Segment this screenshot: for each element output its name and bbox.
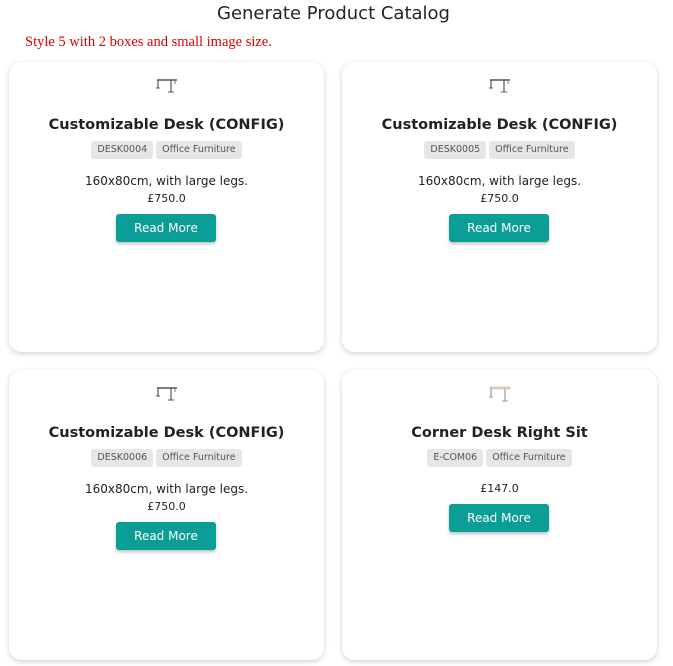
product-card: Customizable Desk (CONFIG) DESK0004 Offic… — [9, 62, 324, 352]
product-price: £750.0 — [147, 192, 186, 205]
desk-icon — [156, 387, 177, 401]
product-tags: DESK0004 Office Furniture — [9, 141, 324, 159]
product-price: £750.0 — [480, 192, 519, 205]
product-price: £750.0 — [147, 500, 186, 513]
product-card: Customizable Desk (CONFIG) DESK0005 Offic… — [342, 62, 657, 352]
product-name: Corner Desk Right Sit — [411, 425, 588, 441]
page-subtitle: Style 5 with 2 boxes and small image siz… — [25, 34, 272, 50]
product-tags: DESK0005 Office Furniture — [342, 141, 657, 159]
read-more-button[interactable]: Read More — [449, 214, 549, 242]
category-badge: Office Furniture — [156, 141, 242, 159]
desk-icon — [156, 79, 177, 93]
sku-badge: DESK0005 — [424, 141, 487, 159]
desk-icon — [489, 79, 510, 93]
category-badge: Office Furniture — [489, 141, 575, 159]
product-description: 160x80cm, with large legs. — [84, 174, 249, 188]
page-title: Generate Product Catalog — [217, 3, 450, 24]
product-name: Customizable Desk (CONFIG) — [48, 117, 285, 133]
product-tags: E-COM06 Office Furniture — [342, 449, 657, 467]
product-card: Customizable Desk (CONFIG) DESK0006 Offic… — [9, 370, 324, 660]
sku-badge: DESK0006 — [91, 449, 154, 467]
product-description: 160x80cm, with large legs. — [84, 482, 249, 496]
read-more-button[interactable]: Read More — [116, 522, 216, 550]
corner-desk-icon — [489, 386, 511, 402]
product-price: £147.0 — [480, 482, 519, 495]
read-more-button[interactable]: Read More — [116, 214, 216, 242]
sku-badge: DESK0004 — [91, 141, 154, 159]
product-description: 160x80cm, with large legs. — [417, 174, 582, 188]
category-badge: Office Furniture — [486, 449, 572, 467]
category-badge: Office Furniture — [156, 449, 242, 467]
sku-badge: E-COM06 — [427, 449, 484, 467]
read-more-button[interactable]: Read More — [449, 504, 549, 532]
product-tags: DESK0006 Office Furniture — [9, 449, 324, 467]
product-card: Corner Desk Right Sit E-COM06 Office Furn… — [342, 370, 657, 660]
product-name: Customizable Desk (CONFIG) — [381, 117, 618, 133]
product-name: Customizable Desk (CONFIG) — [48, 425, 285, 441]
